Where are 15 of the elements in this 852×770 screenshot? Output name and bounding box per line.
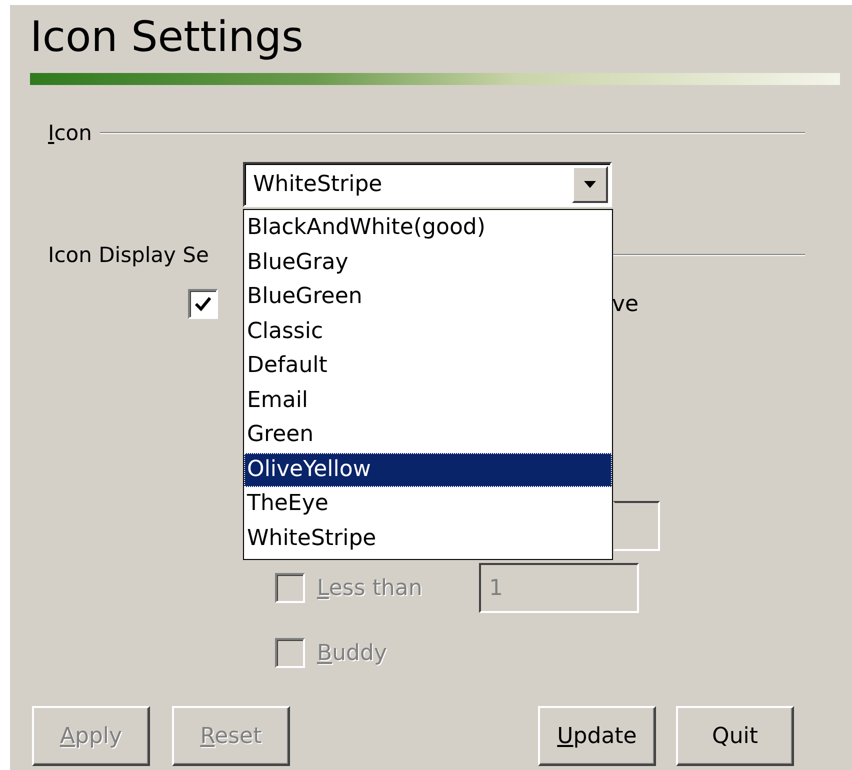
section-label: Icon Display Se (48, 243, 209, 267)
dropdown-option[interactable]: OliveYellow (244, 452, 612, 487)
section-label: Icon (48, 121, 92, 145)
checkbox[interactable] (188, 289, 218, 319)
quit-button[interactable]: Quit (676, 706, 794, 766)
dialog-title: Icon Settings (30, 11, 304, 63)
checkbox-label: Buddy (317, 640, 387, 666)
caret-icon (584, 181, 596, 188)
dropdown-button[interactable] (572, 166, 608, 203)
update-button[interactable]: Update (538, 706, 656, 766)
input-field[interactable] (613, 501, 660, 551)
checkbox-label: ve (612, 292, 639, 316)
icon-combo-box[interactable]: WhiteStripe (243, 162, 612, 207)
checkbox-label: Less than (317, 576, 424, 600)
check-icon (194, 296, 212, 312)
